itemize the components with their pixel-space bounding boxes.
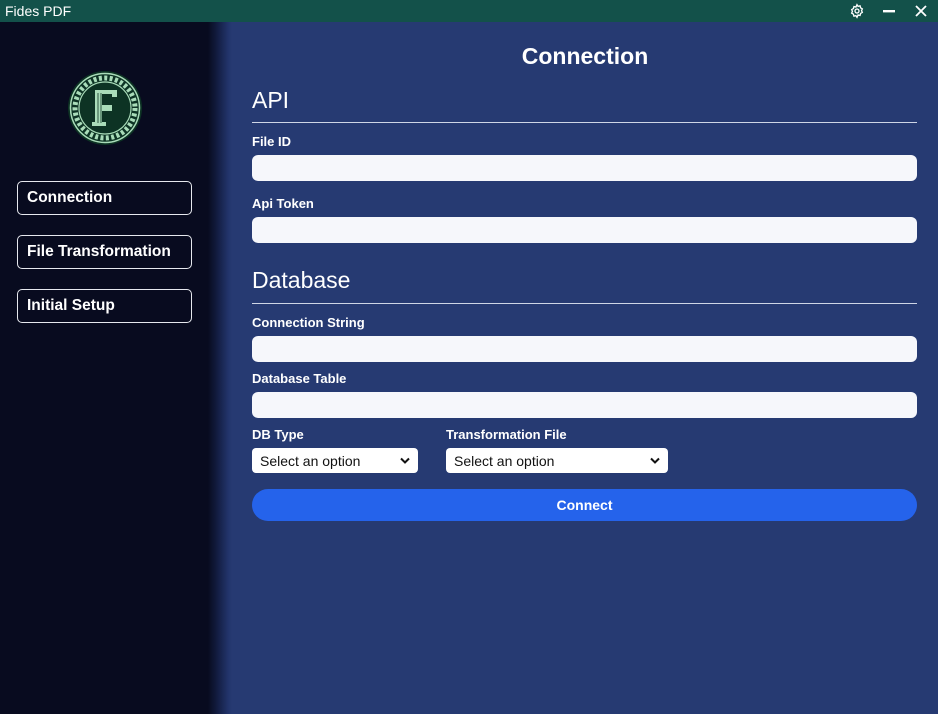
database-table-label: Database Table: [252, 371, 347, 386]
api-token-input[interactable]: [252, 217, 917, 243]
connect-button[interactable]: Connect: [252, 489, 917, 521]
sidebar-item-initial-setup[interactable]: Initial Setup: [17, 289, 192, 323]
connection-string-input[interactable]: [252, 336, 917, 362]
sidebar-item-connection[interactable]: Connection: [17, 181, 192, 215]
transformation-file-selected-value: Select an option: [454, 452, 555, 469]
title-bar: Fides PDF: [0, 0, 938, 22]
chevron-down-icon: [400, 457, 410, 464]
file-id-input[interactable]: [252, 155, 917, 181]
database-divider: [252, 303, 917, 304]
database-section-heading: Database: [252, 267, 351, 293]
api-token-label: Api Token: [252, 196, 314, 211]
settings-button[interactable]: [842, 0, 872, 22]
page-title: Connection: [521, 43, 649, 69]
file-id-label: File ID: [252, 134, 292, 149]
connection-string-label: Connection String: [252, 315, 365, 330]
db-type-selected-value: Select an option: [260, 452, 361, 469]
fides-logo-icon: [68, 71, 142, 145]
transformation-file-select[interactable]: Select an option: [446, 448, 668, 473]
main-content: Connection API File ID Api Token Databas…: [232, 22, 938, 714]
api-section-heading: API: [252, 87, 290, 113]
db-type-label: DB Type: [252, 427, 304, 442]
db-type-select[interactable]: Select an option: [252, 448, 418, 473]
minimize-icon: [883, 10, 895, 13]
minimize-button[interactable]: [874, 0, 904, 22]
gear-icon: [850, 3, 864, 19]
api-divider: [252, 122, 917, 123]
transformation-file-label: Transformation File: [446, 427, 567, 442]
sidebar: Connection File Transformation Initial S…: [0, 22, 232, 714]
database-table-input[interactable]: [252, 392, 917, 418]
app-title: Fides PDF: [5, 3, 72, 19]
close-button[interactable]: [906, 0, 936, 22]
chevron-down-icon: [650, 457, 660, 464]
sidebar-item-file-transformation[interactable]: File Transformation: [17, 235, 192, 269]
close-icon: [915, 5, 927, 17]
